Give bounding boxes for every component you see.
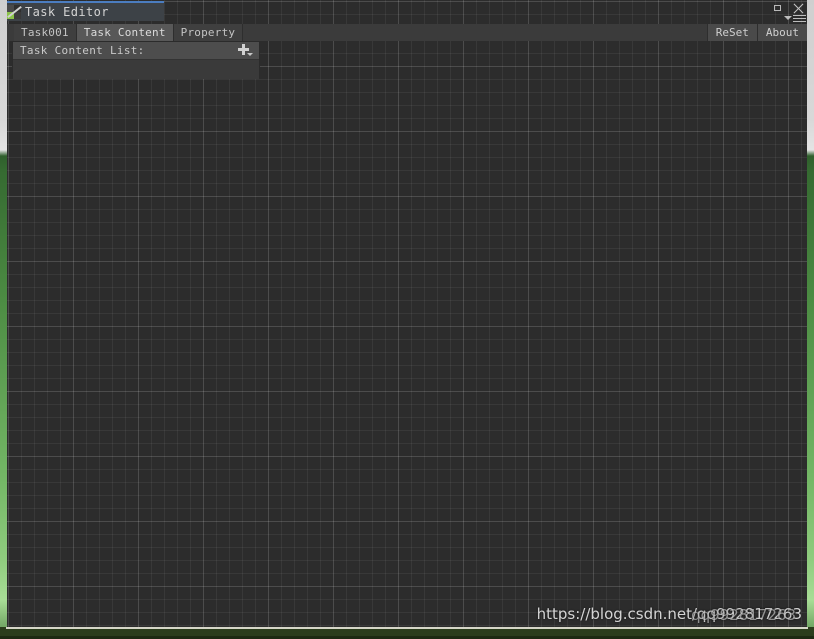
maximize-icon[interactable] <box>773 3 784 14</box>
task-editor-icon <box>7 5 22 19</box>
frame-bottom-edge <box>0 627 814 639</box>
task-editor-window: Task001 Task Content Property ReSet Abou… <box>0 0 814 639</box>
editor-canvas[interactable] <box>7 0 807 628</box>
task-content-list-body[interactable] <box>13 60 259 79</box>
tab-label: Property <box>180 26 236 39</box>
frame-left-edge <box>0 0 7 639</box>
about-button-label: About <box>765 26 799 39</box>
toolbar-right-buttons: ReSet About <box>706 24 807 41</box>
window-title: Task Editor <box>25 5 109 19</box>
watermark: https://blog.csdn.net/qq992817263 qq9928… <box>537 605 802 624</box>
task-content-list-header: Task Content List: <box>13 42 259 60</box>
toolbar: Task001 Task Content Property ReSet Abou… <box>7 24 807 41</box>
frame-right-edge <box>807 0 814 639</box>
tab-bar: Task001 Task Content Property <box>14 24 244 41</box>
about-button[interactable]: About <box>756 24 807 41</box>
plus-icon[interactable] <box>238 44 253 57</box>
tab-task001[interactable]: Task001 <box>14 24 77 41</box>
grid-background <box>7 0 807 628</box>
tab-label: Task Content <box>83 26 166 39</box>
hamburger-menu-icon[interactable] <box>784 14 806 24</box>
window-titlebar[interactable]: Task Editor <box>3 1 164 21</box>
close-icon[interactable] <box>793 3 804 14</box>
tab-task-content[interactable]: Task Content <box>76 24 174 41</box>
reset-button[interactable]: ReSet <box>706 24 757 41</box>
tab-label: Task001 <box>21 26 69 39</box>
reset-button-label: ReSet <box>715 26 749 39</box>
task-content-list-label: Task Content List: <box>20 44 145 57</box>
tab-property[interactable]: Property <box>173 24 244 41</box>
window-controls <box>773 3 804 14</box>
task-content-list-panel: Task Content List: <box>12 41 260 79</box>
watermark-overlay-text: qq992817263 <box>691 606 796 624</box>
